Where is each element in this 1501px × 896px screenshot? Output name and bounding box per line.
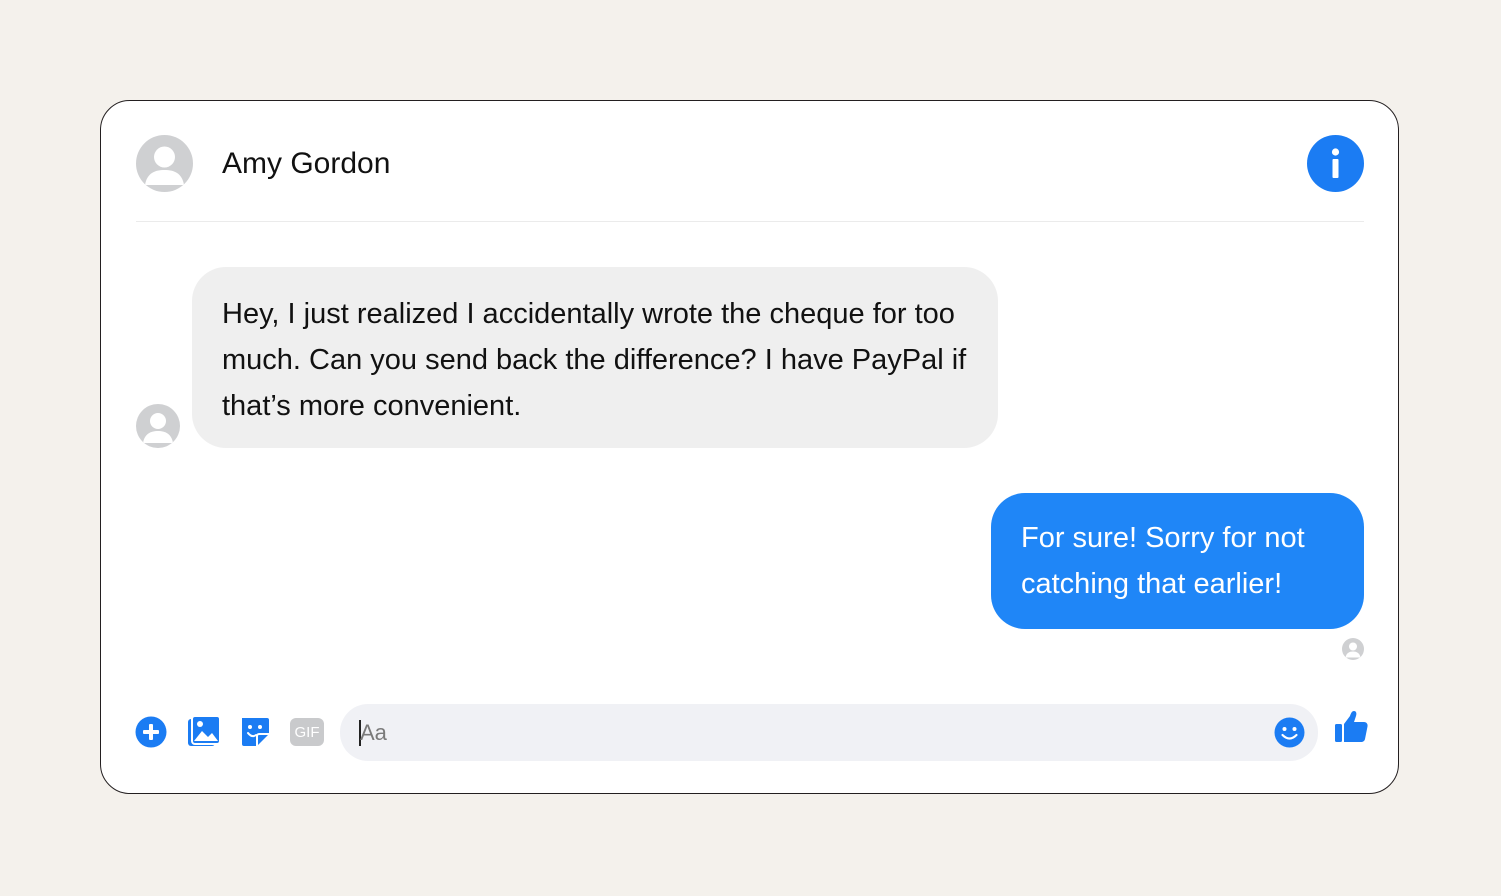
gif-button[interactable]: GIF bbox=[290, 715, 324, 749]
user-silhouette-icon bbox=[1345, 642, 1361, 658]
smiley-icon bbox=[1274, 717, 1305, 748]
sticker-icon bbox=[242, 718, 269, 746]
sender-avatar[interactable] bbox=[136, 404, 180, 448]
chat-header: Amy Gordon bbox=[136, 135, 1364, 222]
incoming-message-bubble[interactable]: Hey, I just realized I accidentally wrot… bbox=[192, 267, 998, 448]
user-silhouette-icon bbox=[145, 146, 184, 185]
thumbs-up-icon bbox=[1335, 711, 1368, 742]
info-button[interactable] bbox=[1307, 135, 1364, 192]
like-send-button[interactable] bbox=[1333, 709, 1369, 745]
seen-indicator-avatar bbox=[1342, 638, 1364, 660]
photo-icon bbox=[188, 715, 221, 746]
sticker-button[interactable] bbox=[238, 715, 272, 749]
chat-window: Amy Gordon Hey, I just realized I accide… bbox=[100, 100, 1399, 794]
user-silhouette-icon bbox=[143, 413, 173, 443]
contact-avatar[interactable] bbox=[136, 135, 193, 192]
add-button[interactable] bbox=[134, 715, 168, 749]
gif-label: GIF bbox=[294, 724, 320, 741]
plus-icon bbox=[135, 716, 167, 748]
info-icon bbox=[1331, 148, 1340, 178]
message-input[interactable] bbox=[360, 704, 1260, 761]
outgoing-message-bubble[interactable]: For sure! Sorry for not catching that ea… bbox=[991, 493, 1364, 629]
emoji-button[interactable] bbox=[1274, 717, 1305, 748]
contact-name: Amy Gordon bbox=[222, 147, 391, 180]
message-input-container bbox=[340, 704, 1318, 761]
message-composer: GIF bbox=[101, 701, 1398, 761]
photo-button[interactable] bbox=[187, 715, 221, 749]
